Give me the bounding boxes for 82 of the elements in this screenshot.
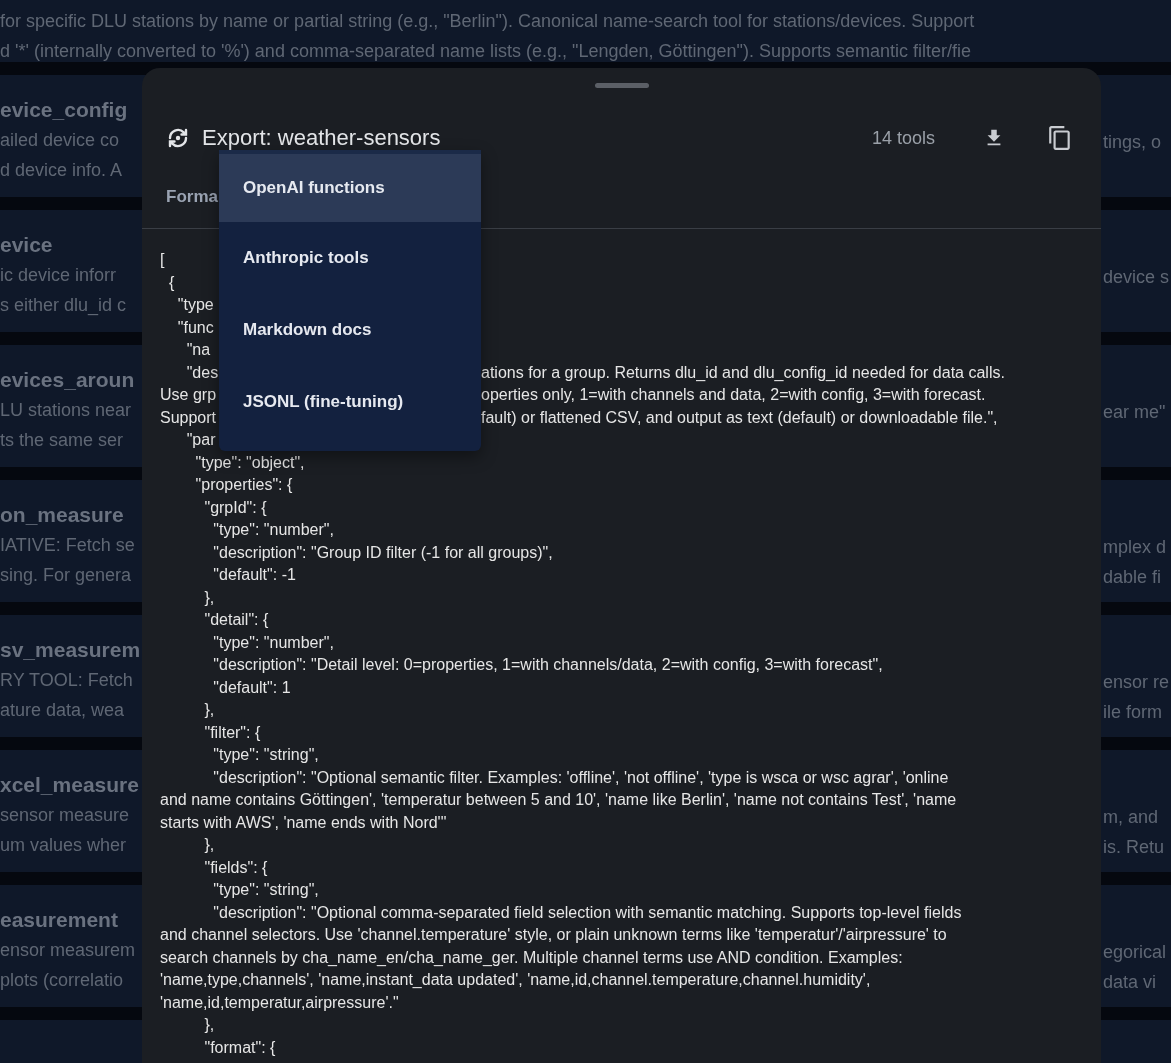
tool-description: ear me"	[1103, 401, 1166, 424]
code-line: "default": 1	[212, 677, 291, 698]
tool-name: xcel_measure	[0, 772, 139, 798]
drag-handle[interactable]	[594, 83, 649, 88]
code-line: "type	[176, 295, 214, 315]
code-line: "type": "number",	[212, 520, 334, 540]
code-line: "format": {	[203, 1037, 276, 1058]
code-line: "na	[185, 340, 211, 360]
tool-name: on_measure	[0, 502, 124, 528]
code-line: "func	[176, 317, 214, 338]
code-line: "type": "string",	[212, 745, 319, 765]
code-line: "description": "Group ID filter (-1 for all groups)",	[212, 542, 553, 563]
tool-description: mplex d	[1103, 536, 1167, 559]
tool-description: ensor measurem	[0, 939, 136, 962]
code-line: and channel selectors. Use 'channel.temperature' style, or plain unknown terms like 'temperatur'/'airpressure' to	[160, 925, 947, 945]
tool-count: 14 tools	[871, 127, 935, 149]
tool-description: plots (correlatio	[0, 969, 124, 992]
tool-name: sv_measurem	[0, 637, 141, 663]
tool-name: evice	[0, 232, 53, 258]
menu-item[interactable]: OpenAI functions	[219, 150, 481, 222]
code-line: starts with AWS', 'name ends with Nord'"	[160, 812, 447, 833]
tool-description: ature data, wea	[0, 699, 125, 722]
tool-description: for specific DLU stations by name or partial string (e.g., "Berlin"). Canonical name-search tool for stations/devices. Support	[0, 10, 976, 33]
menu-item[interactable]: JSONL (fine-tuning)	[219, 366, 481, 438]
code-line: [	[160, 250, 165, 270]
code-line: "par	[185, 430, 216, 450]
tool-description: IATIVE: Fetch se	[0, 534, 135, 557]
tool-description: dable fi	[1103, 566, 1162, 589]
code-line: "grpId": {	[203, 497, 267, 518]
tool-description: ailed device co	[0, 129, 120, 152]
tool-name: easurement	[0, 907, 118, 933]
code-line: Use grp	[160, 385, 217, 405]
tool-name: evices_aroun	[0, 367, 135, 393]
tool-description: ic device inforr	[0, 264, 117, 287]
code-line: Support	[160, 407, 217, 428]
tool-description: sensor measure	[0, 804, 130, 827]
tool-description: egorical	[1103, 941, 1167, 964]
menu-item[interactable]: Markdown docs	[219, 294, 481, 366]
tool-description: device s	[1103, 266, 1170, 289]
code-line: "default": -1	[212, 565, 296, 585]
code-line: "fields": {	[203, 857, 268, 878]
sync-icon	[166, 126, 190, 150]
code-line: "description": "Optional comma-separated field selection with semantic matching. Supports top-level fields	[212, 902, 962, 923]
code-line: },	[203, 587, 215, 608]
code-line: "type": "number",	[212, 632, 334, 653]
code-line: "filter": {	[203, 722, 261, 743]
code-line: 'name,type,channels', 'name,instant_data updated', 'name,id,channel.temperature,channel.humidity',	[160, 970, 871, 990]
tool-description: LU stations near	[0, 399, 132, 422]
code-line: },	[203, 835, 215, 855]
code-line: "detail": {	[203, 610, 269, 630]
code-line: {	[167, 272, 175, 293]
code-line: ations for a group. Returns dlu_id and dlu_config_id needed for data calls.	[481, 362, 1005, 383]
code-line: },	[203, 1015, 215, 1035]
tool-description: m, and	[1103, 806, 1159, 829]
tool-description: um values wher	[0, 834, 127, 857]
tool-name: evice_config	[0, 97, 128, 123]
code-line: "properties": {	[194, 475, 293, 495]
code-line: "description": "Optional semantic filter. Examples: 'offline', 'not offline', 'type is wsca or wsc agrar', 'online	[212, 767, 949, 788]
tool-description: s either dlu_id c	[0, 294, 127, 318]
code-line: "type": "string",	[212, 880, 319, 900]
code-line: operties only, 1=with channels and data, 2=with config, 3=with forecast.	[481, 385, 986, 405]
tool-description: RY TOOL: Fetch	[0, 669, 133, 692]
code-line: },	[203, 700, 215, 720]
code-line: fault) or flattened CSV, and output as text (default) or downloadable file.",	[481, 407, 998, 428]
code-line: "des	[185, 362, 219, 383]
tool-description: d '*' (internally converted to '%') and comma-separated name lists (e.g., "Lengden, Göttingen"). Supports semantic filter/fie	[0, 40, 972, 63]
code-line: 'name,id,temperatur,airpressure'."	[160, 992, 399, 1013]
format-label: Forma	[166, 187, 218, 207]
tool-description: sing. For genera	[0, 564, 132, 587]
tool-description: ensor re	[1103, 671, 1170, 694]
tool-description: d device info. A	[0, 159, 123, 182]
dialog-title: Export: weather-sensors	[202, 125, 442, 151]
tool-description: is. Retu	[1103, 836, 1165, 859]
code-line: search channels by cha_name_en/cha_name_ger. Multiple channel terms use AND condition. Examples:	[160, 947, 903, 968]
code-line: "description": "Detail level: 0=properties, 1=with channels/data, 2=with config, 3=with forecast",	[212, 655, 883, 675]
tool-description: ts the same ser	[0, 429, 124, 452]
tool-description: tings, o	[1103, 131, 1162, 154]
code-line: and name contains Göttingen', 'temperatur between 5 and 10', 'name like Berlin', 'name not contains Test', 'name	[160, 790, 957, 810]
menu-item[interactable]: Anthropic tools	[219, 222, 481, 294]
tool-description: ile form	[1103, 701, 1162, 724]
tool-description: data vi	[1103, 971, 1157, 994]
code-line: "type": "object",	[194, 452, 305, 473]
